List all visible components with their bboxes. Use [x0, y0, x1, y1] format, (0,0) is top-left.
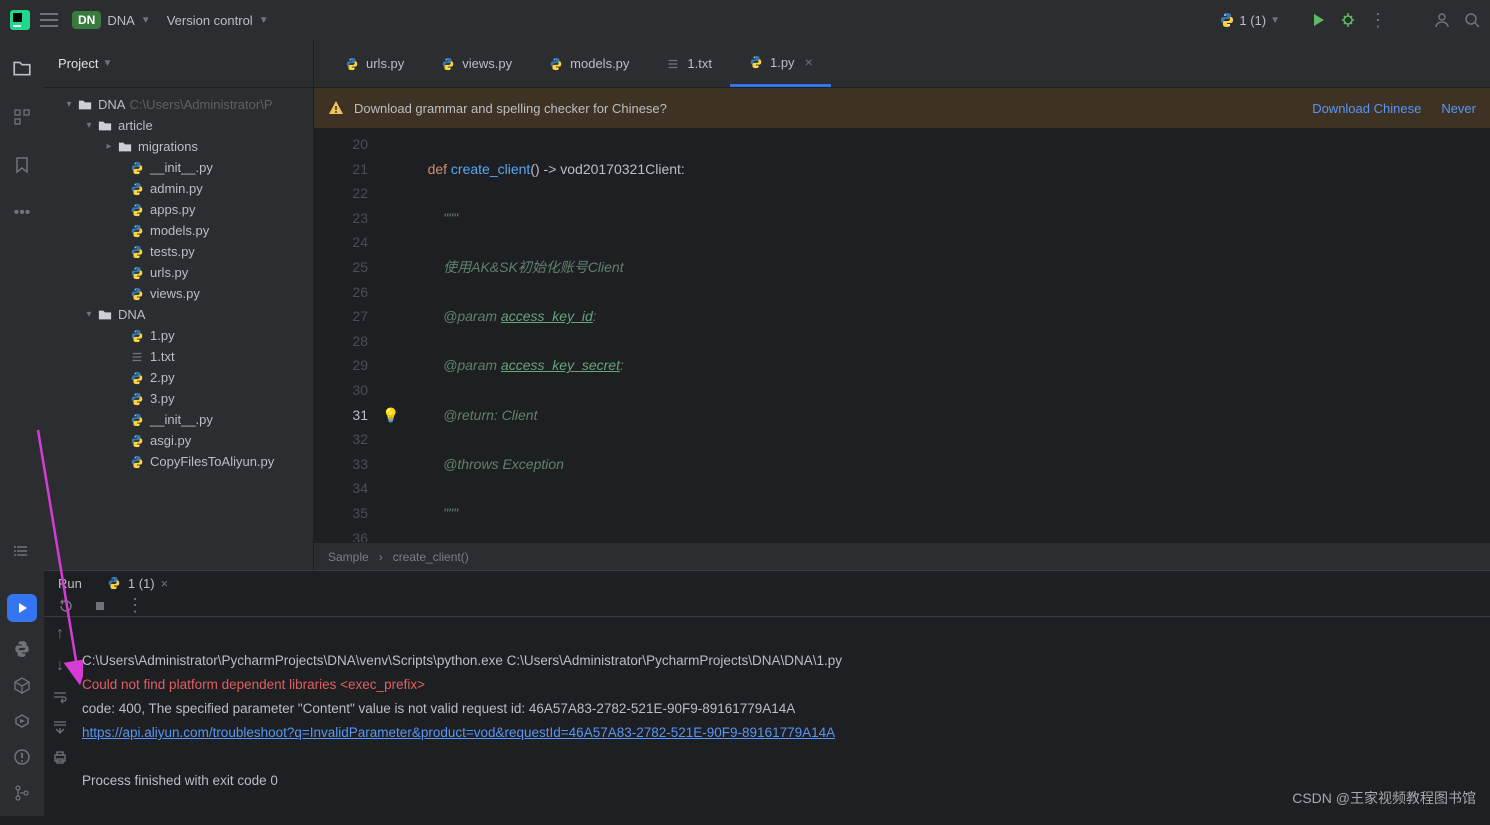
- search-icon[interactable]: [1464, 12, 1480, 28]
- chevron-down-icon: ▼: [102, 58, 112, 69]
- chevron-down-icon[interactable]: ▼: [141, 15, 151, 26]
- tree-file[interactable]: 2.py: [44, 367, 313, 388]
- project-tool-icon[interactable]: [12, 58, 32, 78]
- project-header[interactable]: Project ▼: [44, 40, 313, 88]
- tree-file[interactable]: apps.py: [44, 199, 313, 220]
- bookmarks-tool-icon[interactable]: [13, 156, 31, 174]
- stop-icon[interactable]: [92, 598, 108, 614]
- tree-file[interactable]: models.py: [44, 220, 313, 241]
- down-arrow-icon[interactable]: ↓: [56, 657, 64, 675]
- run-tab[interactable]: 1 (1) ×: [96, 571, 178, 595]
- warning-icon: [328, 100, 344, 116]
- more-tools-icon[interactable]: •••: [14, 204, 31, 222]
- python-icon: [106, 575, 122, 591]
- tree-file[interactable]: __init__.py: [44, 409, 313, 430]
- python-console-icon[interactable]: [13, 640, 31, 658]
- vcs-menu[interactable]: Version control: [167, 13, 253, 28]
- tree-file[interactable]: 3.py: [44, 388, 313, 409]
- project-sidebar: Project ▼ ▾DNAC:\Users\Administrator\P ▾…: [44, 40, 314, 570]
- scroll-end-icon[interactable]: [52, 719, 68, 735]
- editor-tab[interactable]: 1.py×: [730, 40, 831, 87]
- tree-folder[interactable]: ▾DNAC:\Users\Administrator\P: [44, 94, 313, 115]
- project-badge[interactable]: DN: [72, 11, 101, 29]
- tree-folder[interactable]: ▸migrations: [44, 136, 313, 157]
- tree-folder[interactable]: ▾DNA: [44, 304, 313, 325]
- editor-tab[interactable]: 1.txt: [647, 40, 730, 87]
- chevron-down-icon: ▼: [1270, 15, 1280, 26]
- tree-folder[interactable]: ▾article: [44, 115, 313, 136]
- editor-tabs: urls.pyviews.pymodels.py1.txt1.py×: [314, 40, 1490, 88]
- notification-banner: Download grammar and spelling checker fo…: [314, 88, 1490, 128]
- tree-file[interactable]: 1.txt: [44, 346, 313, 367]
- tree-file[interactable]: tests.py: [44, 241, 313, 262]
- watermark: CSDN @王家视频教程图书馆: [1288, 786, 1480, 810]
- tree-file[interactable]: CopyFilesToAliyun.py: [44, 451, 313, 472]
- project-tree: ▾DNAC:\Users\Administrator\P ▾article ▸m…: [44, 88, 313, 570]
- services-tool-icon[interactable]: [13, 712, 31, 730]
- print-icon[interactable]: [52, 749, 68, 765]
- list-tool-icon[interactable]: [13, 542, 31, 560]
- tool-strip-left: •••: [0, 40, 44, 816]
- editor-tab[interactable]: urls.py: [326, 40, 422, 87]
- more-icon[interactable]: ⋮: [126, 595, 144, 616]
- console-output[interactable]: C:\Users\Administrator\PycharmProjects\D…: [76, 617, 1490, 825]
- close-icon[interactable]: ×: [805, 54, 813, 70]
- run-icon[interactable]: [1310, 12, 1326, 28]
- run-panel-title[interactable]: Run: [58, 576, 82, 591]
- editor-gutter: 2021222324252627282930313233343536: [314, 128, 382, 542]
- main-menu-icon[interactable]: [40, 13, 58, 27]
- titlebar: DN DNA ▼ Version control ▼ 1 (1) ▼ ⋮: [0, 0, 1490, 40]
- editor-area: urls.pyviews.pymodels.py1.txt1.py× Downl…: [314, 40, 1490, 570]
- user-icon[interactable]: [1434, 12, 1450, 28]
- run-tool-icon[interactable]: [7, 594, 37, 622]
- tree-file[interactable]: views.py: [44, 283, 313, 304]
- run-panel: Run 1 (1) × ⋮ ↑ ↓: [44, 570, 1490, 816]
- tree-file[interactable]: __init__.py: [44, 157, 313, 178]
- editor-tab[interactable]: views.py: [422, 40, 530, 87]
- tree-file[interactable]: admin.py: [44, 178, 313, 199]
- packages-tool-icon[interactable]: [13, 676, 31, 694]
- code-content[interactable]: def create_client() -> vod20170321Client…: [412, 128, 1490, 542]
- intention-bulb-icon[interactable]: 💡: [382, 407, 399, 423]
- chevron-down-icon[interactable]: ▼: [259, 15, 269, 26]
- project-name[interactable]: DNA: [107, 13, 134, 28]
- up-arrow-icon[interactable]: ↑: [56, 625, 64, 643]
- bulb-column: 💡: [382, 128, 412, 542]
- app-icon: [10, 10, 30, 30]
- tree-file[interactable]: urls.py: [44, 262, 313, 283]
- tree-file[interactable]: 1.py: [44, 325, 313, 346]
- problems-tool-icon[interactable]: [13, 748, 31, 766]
- rerun-icon[interactable]: [58, 598, 74, 614]
- editor-tab[interactable]: models.py: [530, 40, 647, 87]
- more-icon[interactable]: ⋮: [1370, 12, 1386, 28]
- breadcrumb[interactable]: Sample›create_client(): [314, 542, 1490, 570]
- vcs-tool-icon[interactable]: [13, 784, 31, 802]
- soft-wrap-icon[interactable]: [52, 689, 68, 705]
- close-icon[interactable]: ×: [161, 576, 169, 591]
- code-editor[interactable]: 2021222324252627282930313233343536 💡 def…: [314, 128, 1490, 542]
- python-icon: [1219, 12, 1235, 28]
- run-config-selector[interactable]: 1 (1) ▼: [1219, 12, 1296, 28]
- banner-link-download[interactable]: Download Chinese: [1312, 101, 1421, 116]
- banner-message: Download grammar and spelling checker fo…: [354, 101, 667, 116]
- debug-icon[interactable]: [1340, 12, 1356, 28]
- tree-file[interactable]: asgi.py: [44, 430, 313, 451]
- banner-link-never[interactable]: Never: [1441, 101, 1476, 116]
- structure-tool-icon[interactable]: [13, 108, 31, 126]
